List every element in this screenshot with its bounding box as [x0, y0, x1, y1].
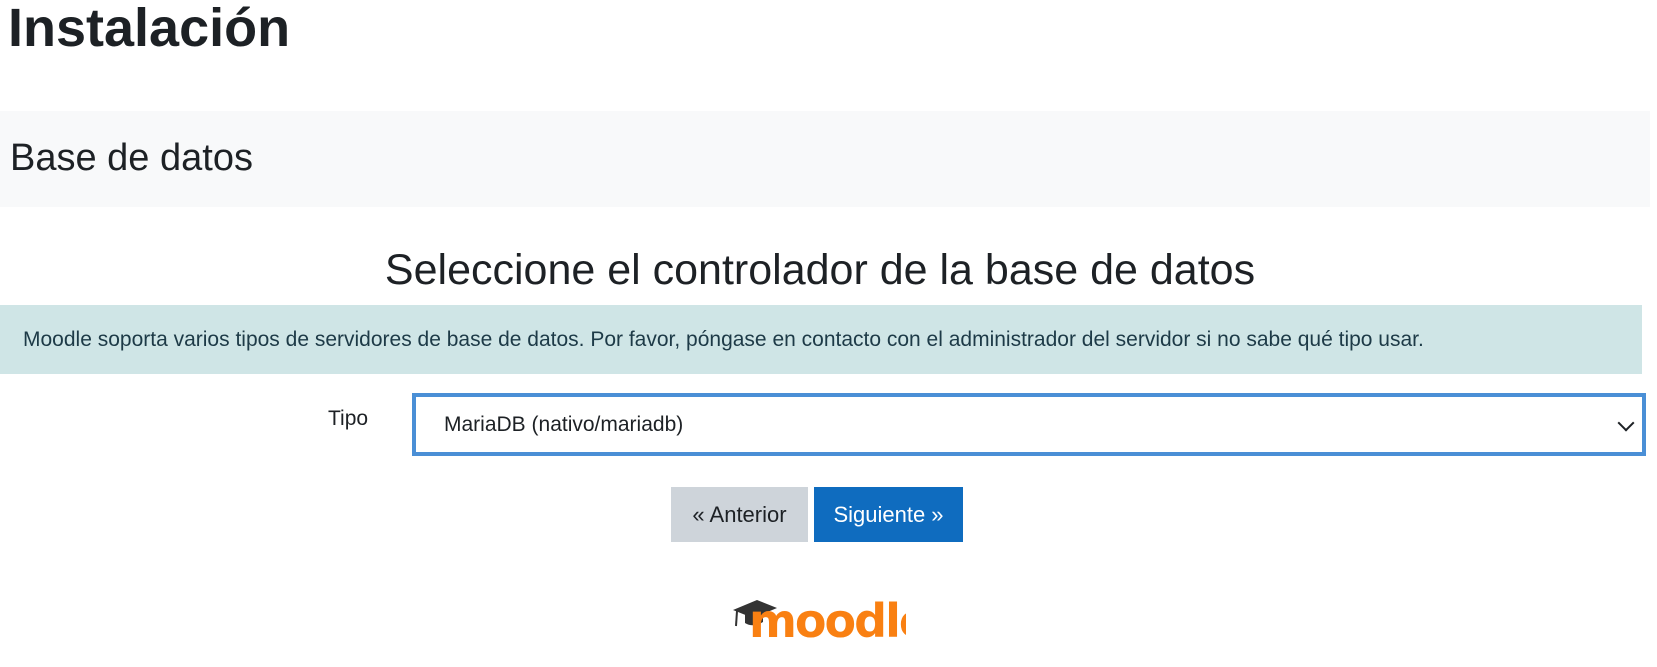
database-type-select[interactable]: MariaDB (nativo/mariadb) — [412, 393, 1646, 456]
previous-button[interactable]: « Anterior — [671, 487, 808, 542]
info-alert: Moodle soporta varios tipos de servidore… — [0, 305, 1642, 374]
type-label: Tipo — [328, 407, 369, 430]
next-button-label: Siguiente » — [833, 501, 944, 527]
page-title: Instalación — [8, 0, 291, 58]
moodle-logo: moodle — [731, 590, 930, 648]
form-heading: Seleccione el controlador de la base de … — [384, 246, 1256, 294]
database-type-selected-value: MariaDB (nativo/mariadb) — [444, 412, 684, 436]
section-title: Base de datos — [10, 137, 253, 179]
chevron-down-icon — [1617, 414, 1635, 431]
info-alert-text: Moodle soporta varios tipos de servidore… — [23, 327, 1424, 351]
previous-button-label: « Anterior — [692, 501, 787, 527]
next-button[interactable]: Siguiente » — [814, 487, 963, 542]
moodle-logo-text: moodle — [749, 594, 906, 645]
